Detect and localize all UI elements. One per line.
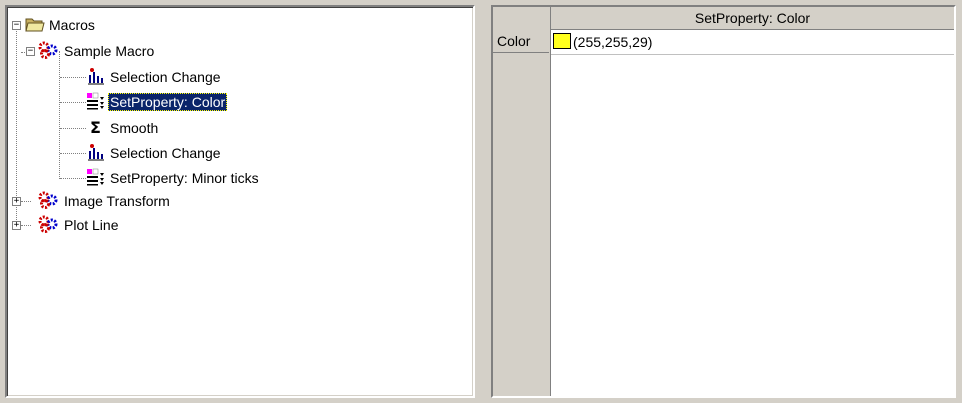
tree-node-label: Selection Change (110, 145, 221, 161)
tree-node-label: Plot Line (64, 217, 119, 233)
collapse-toggle[interactable]: − (12, 21, 21, 30)
color-swatch[interactable] (553, 33, 571, 49)
tree-node-sample-macro[interactable]: − Sample Macro (7, 41, 267, 61)
set-property-icon (87, 168, 104, 186)
macro-tree[interactable]: − Macros − Sample Macro Selection Change (5, 5, 475, 398)
tree-node-label: Macros (49, 17, 95, 33)
expand-toggle[interactable]: + (12, 197, 21, 206)
tree-node-step[interactable]: Σ Smooth (7, 118, 307, 138)
tree-node-label: Image Transform (64, 193, 170, 209)
macro-gear-icon (38, 191, 58, 209)
tree-node-step[interactable]: Selection Change (7, 143, 307, 163)
tree-node-step[interactable]: Selection Change (7, 67, 307, 87)
expand-toggle[interactable]: + (12, 221, 21, 230)
macro-gear-icon (38, 41, 58, 59)
svg-text:Σ: Σ (90, 118, 101, 136)
property-grid[interactable]: SetProperty: Color Color (255,255,29) (491, 5, 956, 398)
tree-node-label: Sample Macro (64, 43, 155, 59)
macro-gear-icon (38, 215, 58, 233)
selection-change-icon (88, 144, 104, 161)
property-value-color[interactable]: (255,255,29) (551, 30, 954, 55)
grid-corner (493, 7, 550, 29)
tree-node-label: Selection Change (110, 69, 221, 85)
property-name-color: Color (493, 29, 549, 53)
tree-node-label: Smooth (110, 120, 159, 136)
tree-node-plot-line[interactable]: + Plot Line (7, 215, 267, 235)
tree-node-step[interactable]: SetProperty: Minor ticks (7, 168, 327, 188)
grid-body: (255,255,29) (551, 30, 954, 396)
tree-node-image-transform[interactable]: + Image Transform (7, 191, 267, 211)
selection-change-icon (88, 68, 104, 85)
collapse-toggle[interactable]: − (26, 47, 35, 56)
tree-node-macros[interactable]: − Macros (7, 15, 207, 35)
set-property-icon (87, 92, 104, 110)
grid-column-header: SetProperty: Color (550, 7, 954, 30)
tree-node-label: SetProperty: Color (108, 93, 228, 111)
property-value-text: (255,255,29) (573, 34, 653, 50)
folder-open-icon (25, 18, 45, 32)
tree-node-step-selected[interactable]: SetProperty: Color (7, 92, 307, 112)
tree-node-label: SetProperty: Minor ticks (110, 170, 259, 186)
sigma-icon: Σ (90, 118, 101, 136)
grid-row-header-column: Color (493, 29, 551, 396)
